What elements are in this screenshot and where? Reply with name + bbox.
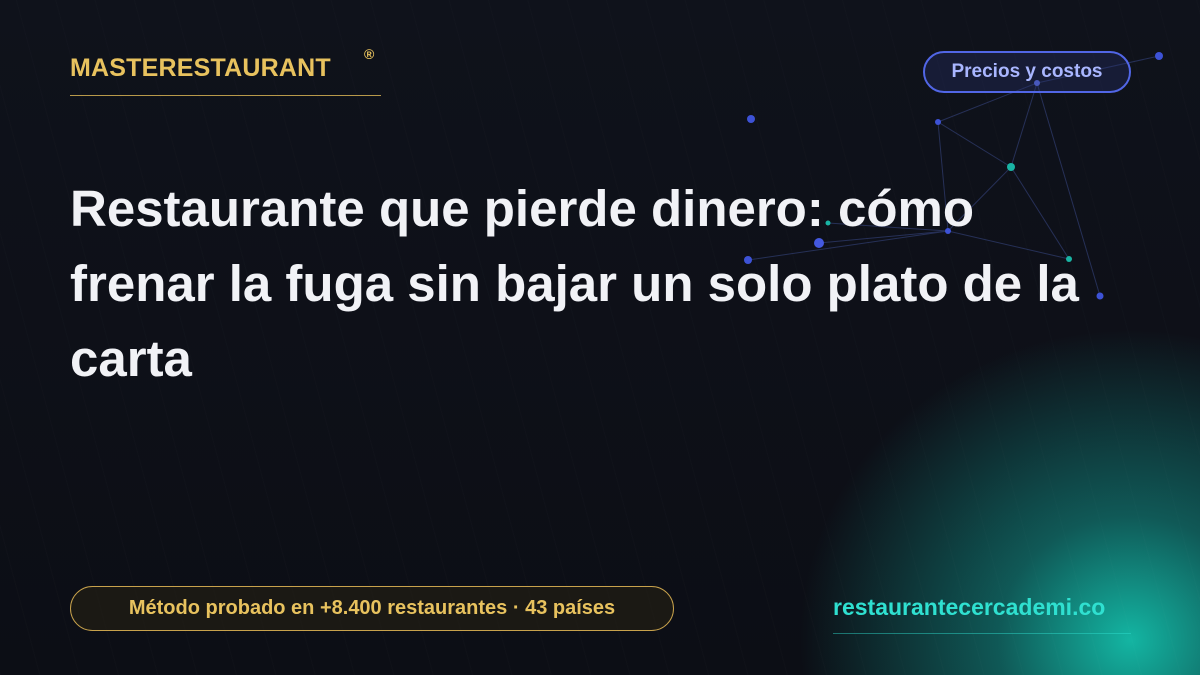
social-proof-badge: Método probado en +8.400 restaurantes · … xyxy=(70,586,674,631)
category-tag[interactable]: Precios y costos xyxy=(923,51,1131,93)
network-node xyxy=(1007,163,1015,171)
brand-logo[interactable]: MASTERESTAURANT ® xyxy=(70,46,381,96)
network-node xyxy=(747,115,755,123)
website-link[interactable]: restaurantecercademi.co xyxy=(833,594,1131,634)
registered-mark: ® xyxy=(364,46,375,62)
network-node xyxy=(1155,52,1163,60)
article-title: Restaurante que pierde dinero: cómo fren… xyxy=(70,180,1079,387)
brand-name: MASTERESTAURANT xyxy=(70,54,331,82)
network-node xyxy=(935,119,941,125)
